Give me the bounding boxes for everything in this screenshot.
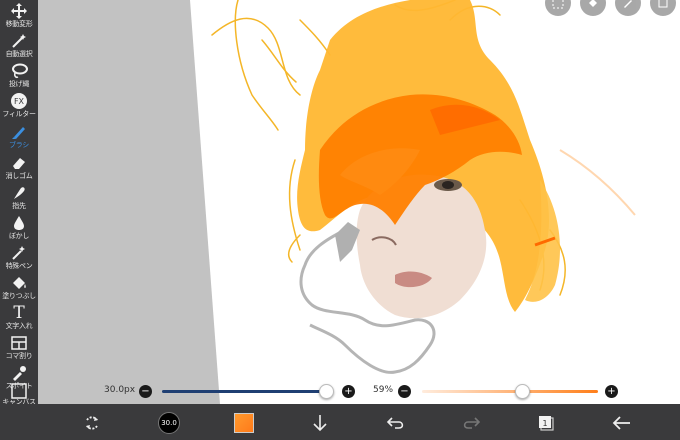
tool-label: 指先 [12, 202, 26, 210]
bucket-icon [9, 274, 29, 292]
tool-magic-wand[interactable]: 自動選択 [0, 32, 38, 66]
tool-special-pen[interactable]: 特殊ペン [0, 244, 38, 278]
eraser-icon [9, 154, 29, 172]
color-icon[interactable] [231, 410, 257, 436]
brush-size-minus-button[interactable]: − [139, 385, 152, 398]
fx-icon: FX [9, 92, 29, 110]
opacity-thumb[interactable] [515, 384, 530, 399]
brush-size-value: 30.0px [104, 385, 136, 395]
redo-icon[interactable] [458, 410, 484, 436]
tool-label: 塗りつぶし [2, 292, 36, 300]
opacity-track[interactable] [422, 390, 598, 393]
opacity-value: 59% [373, 385, 394, 395]
canvas-icon [9, 383, 29, 399]
tool-label: ぼかし [8, 232, 30, 240]
tool-blur[interactable]: ぼかし [0, 214, 38, 248]
undo-icon[interactable] [383, 410, 409, 436]
tool-frame[interactable]: コマ割り [0, 334, 38, 368]
tool-sidebar: 移動変形 自動選択 投げ縄 FX フィルター ブラシ 消しゴム 指先 ぼかし 特… [0, 0, 38, 406]
rotate-icon[interactable] [79, 410, 105, 436]
current-color-swatch [234, 413, 254, 433]
tool-label: 自動選択 [5, 50, 33, 58]
app-window: 移動変形 自動選択 投げ縄 FX フィルター ブラシ 消しゴム 指先 ぼかし 特… [0, 0, 680, 440]
frame-divider-icon [9, 334, 29, 352]
tool-label: ブラシ [9, 141, 29, 149]
tool-label: 特殊ペン [5, 262, 33, 270]
svg-text:FX: FX [14, 97, 25, 106]
opacity-minus-button[interactable]: − [398, 385, 411, 398]
tool-label: コマ割り [5, 352, 33, 360]
brush-size-plus-button[interactable]: + [342, 385, 355, 398]
brush-size-track[interactable] [162, 390, 328, 393]
tool-canvas[interactable]: キャンバス [0, 383, 38, 406]
svg-text:1: 1 [542, 419, 547, 428]
tool-label: 移動変形 [5, 20, 33, 28]
brush-size-icon[interactable]: 30.0 [156, 410, 182, 436]
bottom-toolbar: 30.0 1 [0, 404, 680, 440]
tool-text[interactable]: T 文字入れ [0, 304, 38, 338]
drop-icon [9, 214, 29, 232]
shoulder-shade [335, 222, 360, 262]
brush-size-thumb[interactable] [319, 384, 334, 399]
hair-layer [297, 0, 560, 319]
tool-label: 投げ縄 [8, 80, 30, 88]
layer-icon[interactable]: 1 [533, 410, 559, 436]
tool-lasso[interactable]: 投げ縄 [0, 62, 38, 96]
tool-label: 消しゴム [5, 172, 33, 180]
text-icon: T [13, 303, 25, 323]
drawing-canvas[interactable] [0, 0, 680, 404]
light-strokes [559, 149, 636, 216]
finger-icon [9, 184, 29, 202]
move-icon [9, 2, 29, 20]
tool-eraser[interactable]: 消しゴム [0, 154, 38, 188]
import-icon[interactable] [307, 410, 333, 436]
tool-filter[interactable]: FX フィルター [0, 92, 38, 126]
brush-size-badge: 30.0 [158, 412, 180, 434]
tool-label: フィルター [2, 110, 36, 118]
tool-brush[interactable]: ブラシ [0, 123, 38, 157]
tool-transform[interactable]: 移動変形 [0, 2, 38, 36]
magic-wand-icon [9, 32, 29, 50]
brush-icon [9, 123, 29, 141]
special-pen-icon [9, 244, 29, 262]
tool-label: 文字入れ [5, 322, 33, 330]
lasso-icon [9, 62, 29, 80]
opacity-plus-button[interactable]: + [605, 385, 618, 398]
eyedropper-icon [9, 364, 29, 382]
tool-smudge[interactable]: 指先 [0, 184, 38, 218]
back-icon[interactable] [609, 410, 635, 436]
